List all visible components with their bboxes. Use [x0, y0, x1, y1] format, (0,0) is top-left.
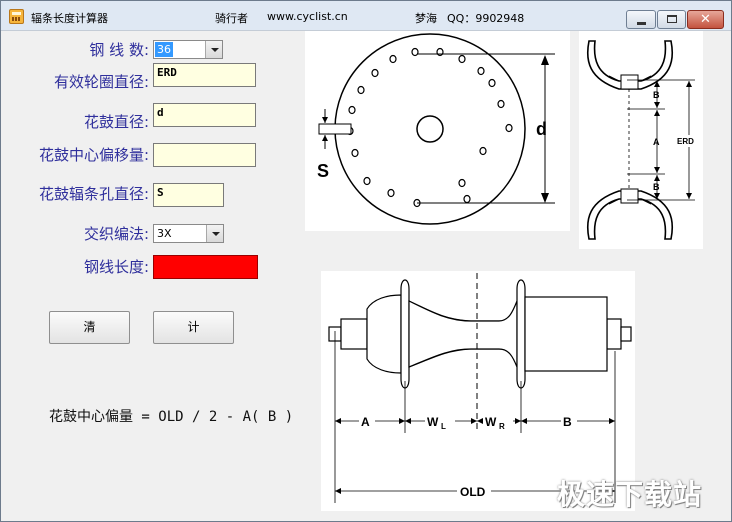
- hub-flange-drawing: S d: [317, 33, 555, 225]
- maximize-button[interactable]: [657, 10, 686, 29]
- title-bar[interactable]: 辐条长度计算器 骑行者 www.cyclist.cn 梦海 QQ：9902948…: [1, 1, 731, 31]
- app-window: 辐条长度计算器 骑行者 www.cyclist.cn 梦海 QQ：9902948…: [0, 0, 732, 522]
- offset-formula: 花鼓中心偏量 = OLD / 2 - A( B ): [49, 409, 294, 425]
- dim-wr-subscript: R: [499, 422, 505, 431]
- lacing-label: 交织编法:: [83, 225, 149, 243]
- rim-erd-drawing: B A B ERD: [586, 40, 698, 240]
- center-offset-label: 花鼓中心偏移量:: [38, 146, 149, 164]
- erd-label: 有效轮圈直径:: [53, 73, 149, 91]
- hub-flange-diagram: S d: [305, 31, 570, 231]
- spoke-count-value: 36: [155, 42, 173, 57]
- rim-a-tag: A: [653, 137, 660, 147]
- erd-input[interactable]: ERD: [153, 63, 256, 87]
- dim-wl-subscript: L: [441, 422, 446, 431]
- rim-b-top-tag: B: [653, 90, 660, 100]
- qq-number: QQ：9902948: [447, 12, 525, 25]
- center-offset-input[interactable]: [153, 143, 256, 167]
- dim-a-tag: A: [361, 415, 370, 429]
- dim-wr-tag: W: [485, 415, 497, 429]
- dim-old-tag: OLD: [460, 485, 486, 499]
- chevron-down-icon[interactable]: [205, 41, 222, 58]
- calculator-icon: [9, 9, 24, 24]
- author-label: 骑行者: [215, 12, 248, 25]
- lacing-select[interactable]: 3X: [153, 224, 224, 243]
- close-icon: ✕: [700, 12, 711, 27]
- website-text: www.cyclist.cn: [267, 10, 348, 23]
- minimize-icon: [637, 22, 646, 25]
- contact-name: 梦海: [415, 12, 437, 25]
- chevron-down-icon[interactable]: [206, 225, 223, 242]
- spoke-count-label: 钢 线 数:: [89, 41, 149, 59]
- spoke-count-select[interactable]: 36: [153, 40, 223, 59]
- calculate-button[interactable]: 计: [153, 311, 234, 344]
- close-button[interactable]: ✕: [687, 10, 724, 29]
- rim-erd-tag: ERD: [677, 137, 694, 146]
- hole-diameter-label: 花鼓辐条孔直径:: [38, 185, 149, 203]
- hole-diameter-input[interactable]: S: [153, 183, 224, 207]
- rim-erd-diagram: B A B ERD: [579, 31, 703, 249]
- dim-wl-tag: W: [427, 415, 439, 429]
- flange-diameter-input[interactable]: d: [153, 103, 256, 127]
- flange-diameter-tag: d: [536, 119, 547, 139]
- minimize-button[interactable]: [626, 10, 656, 29]
- hole-diameter-tag: S: [317, 161, 329, 181]
- window-title: 辐条长度计算器: [31, 12, 108, 25]
- spoke-length-result: [153, 255, 258, 279]
- lacing-value: 3X: [157, 227, 172, 240]
- dim-b-tag: B: [563, 415, 572, 429]
- flange-diameter-label: 花鼓直径:: [83, 113, 149, 131]
- site-watermark: 极速下载站: [557, 478, 703, 511]
- spoke-length-label: 钢线长度:: [83, 258, 149, 276]
- maximize-icon: [667, 15, 677, 23]
- rim-b-bottom-tag: B: [653, 182, 660, 192]
- clear-button[interactable]: 清: [49, 311, 130, 344]
